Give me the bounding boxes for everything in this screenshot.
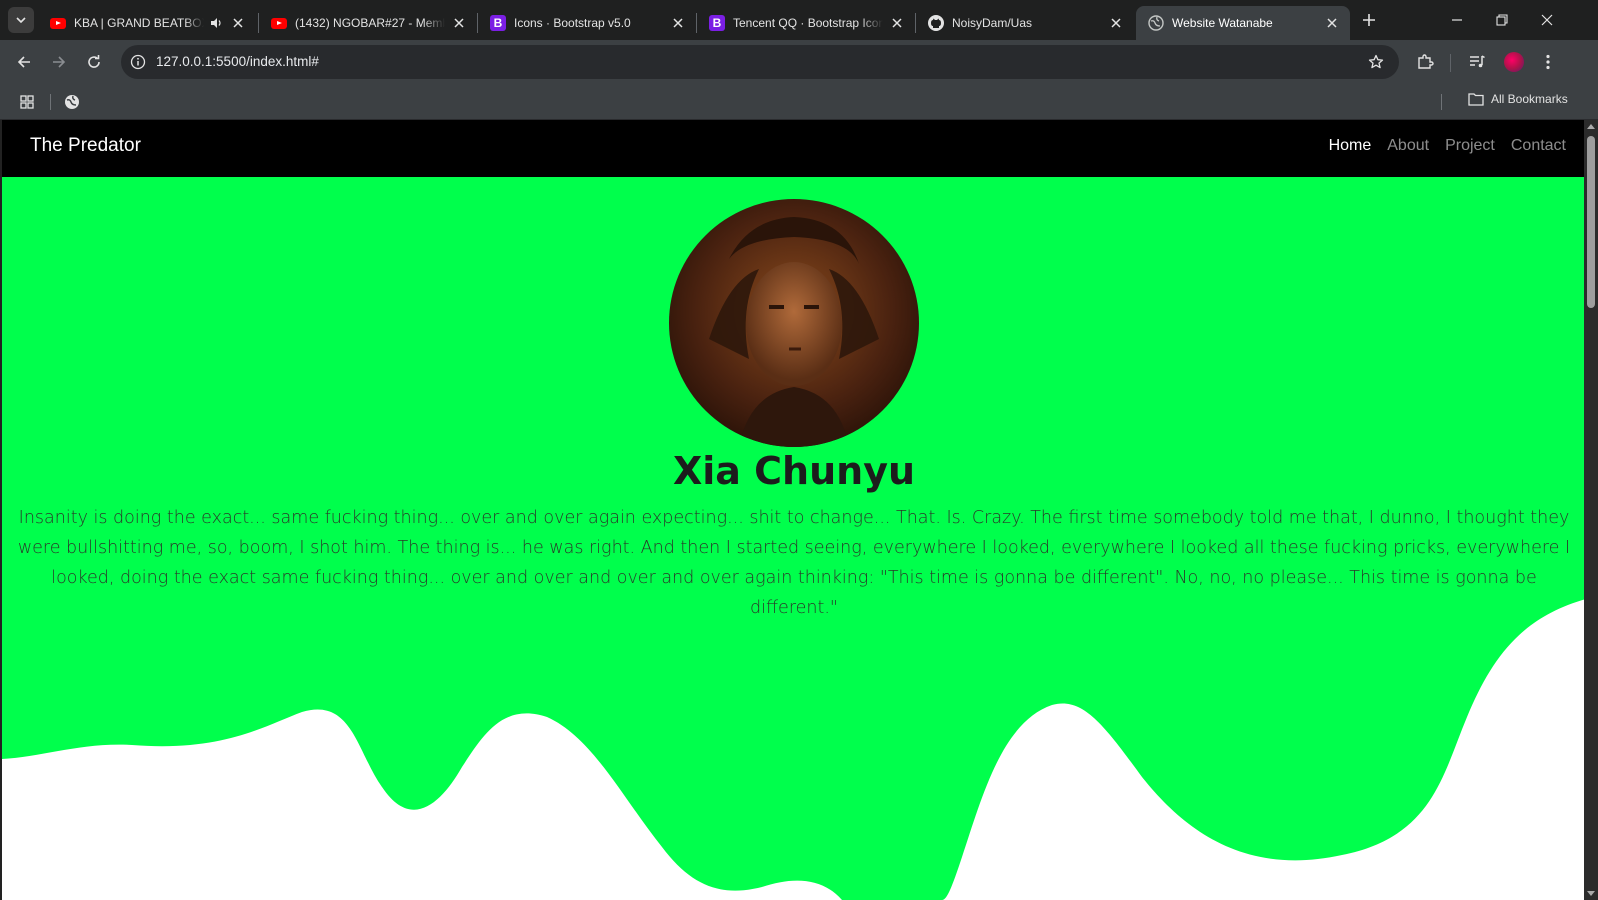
- hero-quote: Insanity is doing the exact... same fuck…: [17, 508, 1571, 618]
- all-bookmarks-button[interactable]: All Bookmarks: [1468, 92, 1568, 106]
- menu-button[interactable]: [1536, 50, 1560, 74]
- nav-about[interactable]: About: [1387, 137, 1429, 155]
- plus-icon: [1363, 14, 1375, 26]
- tab-tencent-qq[interactable]: B Tencent QQ · Bootstrap Icons: [697, 6, 915, 40]
- restore-button[interactable]: [1490, 8, 1514, 32]
- all-bookmarks-label: All Bookmarks: [1491, 92, 1568, 106]
- browser-toolbar: 127.0.0.1:5500/index.html#: [0, 40, 1598, 84]
- tab-title: Icons · Bootstrap v5.0: [514, 16, 631, 30]
- restore-icon: [1496, 14, 1508, 26]
- bookmark-separator: [50, 94, 51, 110]
- site-info-icon[interactable]: [129, 53, 147, 71]
- minimize-icon: [1452, 19, 1462, 21]
- chevron-down-icon: [16, 17, 26, 24]
- speaker-icon[interactable]: [208, 15, 224, 31]
- bootstrap-icon: B: [709, 15, 725, 31]
- tab-kba[interactable]: KBA | GRAND BEATBOX BATTLE: [38, 6, 256, 40]
- navbar-brand[interactable]: The Predator: [30, 135, 141, 157]
- globe-icon[interactable]: [63, 93, 81, 111]
- bookmarks-bar: All Bookmarks: [0, 84, 1598, 120]
- tab-title: (1432) NGOBAR#27 - Member: [295, 16, 445, 30]
- tab-bootstrap-icons[interactable]: B Icons · Bootstrap v5.0: [478, 6, 696, 40]
- nav-home[interactable]: Home: [1329, 137, 1372, 155]
- minimize-button[interactable]: [1445, 8, 1469, 32]
- tab-title: NoisyDam/Uas: [952, 16, 1033, 30]
- reload-icon: [88, 55, 100, 68]
- hero-section: Xia Chunyu Insanity is doing the exact..…: [2, 177, 1586, 900]
- scroll-up-arrow-icon[interactable]: [1587, 124, 1595, 129]
- reload-button[interactable]: [82, 50, 106, 74]
- tab-website-watanabe[interactable]: Website Watanabe: [1136, 6, 1350, 40]
- folder-icon: [1468, 93, 1484, 106]
- new-tab-button[interactable]: [1358, 9, 1380, 31]
- kebab-menu-icon: [1546, 54, 1550, 70]
- close-icon[interactable]: [1108, 15, 1124, 31]
- close-icon: [1541, 14, 1553, 26]
- hero-name: Xia Chunyu: [672, 449, 916, 493]
- page-viewport: The Predator Home About Project Contact: [0, 120, 1598, 900]
- toolbar-separator: [1450, 54, 1451, 72]
- queue-music-icon: [1470, 55, 1485, 68]
- apps-grid-icon[interactable]: [18, 93, 36, 111]
- extensions-button[interactable]: [1413, 50, 1437, 74]
- arrow-left-icon: [17, 56, 30, 68]
- close-icon[interactable]: [670, 15, 686, 31]
- tab-ngobar[interactable]: (1432) NGOBAR#27 - Member: [259, 6, 477, 40]
- arrow-right-icon: [53, 56, 66, 68]
- youtube-icon: [271, 15, 287, 31]
- tab-title: Website Watanabe: [1172, 16, 1273, 30]
- tab-strip: KBA | GRAND BEATBOX BATTLE (1432) NGOBAR…: [0, 0, 1598, 40]
- github-icon: [928, 15, 944, 31]
- close-icon[interactable]: [1324, 15, 1340, 31]
- tab-title: KBA | GRAND BEATBOX BATTLE: [74, 16, 204, 30]
- youtube-icon: [50, 15, 66, 31]
- scroll-thumb[interactable]: [1587, 136, 1595, 308]
- scroll-down-arrow-icon[interactable]: [1587, 891, 1595, 896]
- tab-github[interactable]: NoisyDam/Uas: [916, 6, 1134, 40]
- nav-links: Home About Project Contact: [1329, 137, 1566, 155]
- bookmark-separator: [1441, 94, 1442, 110]
- address-bar[interactable]: 127.0.0.1:5500/index.html#: [121, 45, 1399, 79]
- forward-button[interactable]: [47, 50, 71, 74]
- back-button[interactable]: [12, 50, 36, 74]
- url-text[interactable]: 127.0.0.1:5500/index.html#: [156, 54, 319, 69]
- bootstrap-icon: B: [490, 15, 506, 31]
- puzzle-icon: [1418, 54, 1434, 69]
- profile-photo: [669, 199, 919, 447]
- media-controls-button[interactable]: [1465, 50, 1489, 74]
- nav-project[interactable]: Project: [1445, 137, 1495, 155]
- window-close-button[interactable]: [1535, 8, 1559, 32]
- bookmark-star-icon[interactable]: [1367, 53, 1385, 71]
- page-scrollbar[interactable]: [1584, 120, 1598, 900]
- tab-search-button[interactable]: [8, 7, 34, 33]
- site-navbar: The Predator Home About Project Contact: [2, 120, 1586, 177]
- nav-contact[interactable]: Contact: [1511, 137, 1566, 155]
- close-icon[interactable]: [451, 15, 467, 31]
- profile-avatar[interactable]: [1504, 52, 1524, 72]
- close-icon[interactable]: [889, 15, 905, 31]
- close-icon[interactable]: [230, 15, 246, 31]
- tab-title: Tencent QQ · Bootstrap Icons: [733, 16, 883, 30]
- globe-icon: [1148, 15, 1164, 31]
